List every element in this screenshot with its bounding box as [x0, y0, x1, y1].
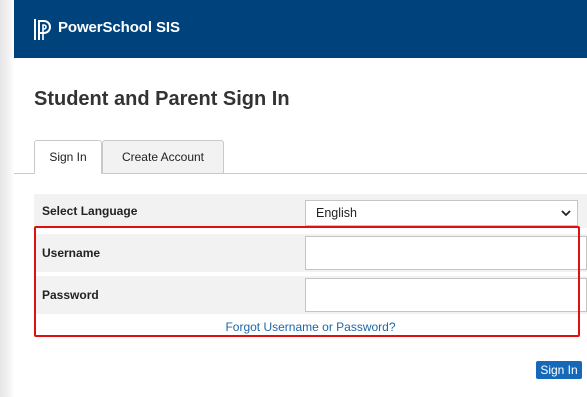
language-select[interactable]: English	[305, 200, 578, 226]
app-header: PowerSchool SIS	[14, 0, 587, 58]
password-row: Password	[34, 276, 587, 314]
password-label: Password	[42, 288, 99, 302]
username-label: Username	[42, 246, 101, 260]
sign-in-button[interactable]: Sign In	[536, 361, 582, 379]
password-input[interactable]	[305, 278, 587, 312]
language-label: Select Language	[42, 204, 138, 218]
brand-name: PowerSchool SIS	[58, 19, 180, 36]
tab-sign-in[interactable]: Sign In	[34, 140, 102, 174]
username-row: Username	[34, 234, 587, 272]
forgot-credentials-link[interactable]: Forgot Username or Password?	[34, 320, 587, 334]
username-input[interactable]	[305, 236, 587, 270]
chevron-down-icon	[561, 210, 571, 217]
tab-create-account[interactable]: Create Account	[102, 140, 224, 174]
language-select-value: English	[316, 206, 357, 220]
language-row: Select Language English	[34, 194, 587, 228]
powerschool-logo-icon	[34, 19, 51, 40]
window-edge-shadow	[0, 0, 14, 397]
page-title: Student and Parent Sign In	[34, 88, 290, 110]
